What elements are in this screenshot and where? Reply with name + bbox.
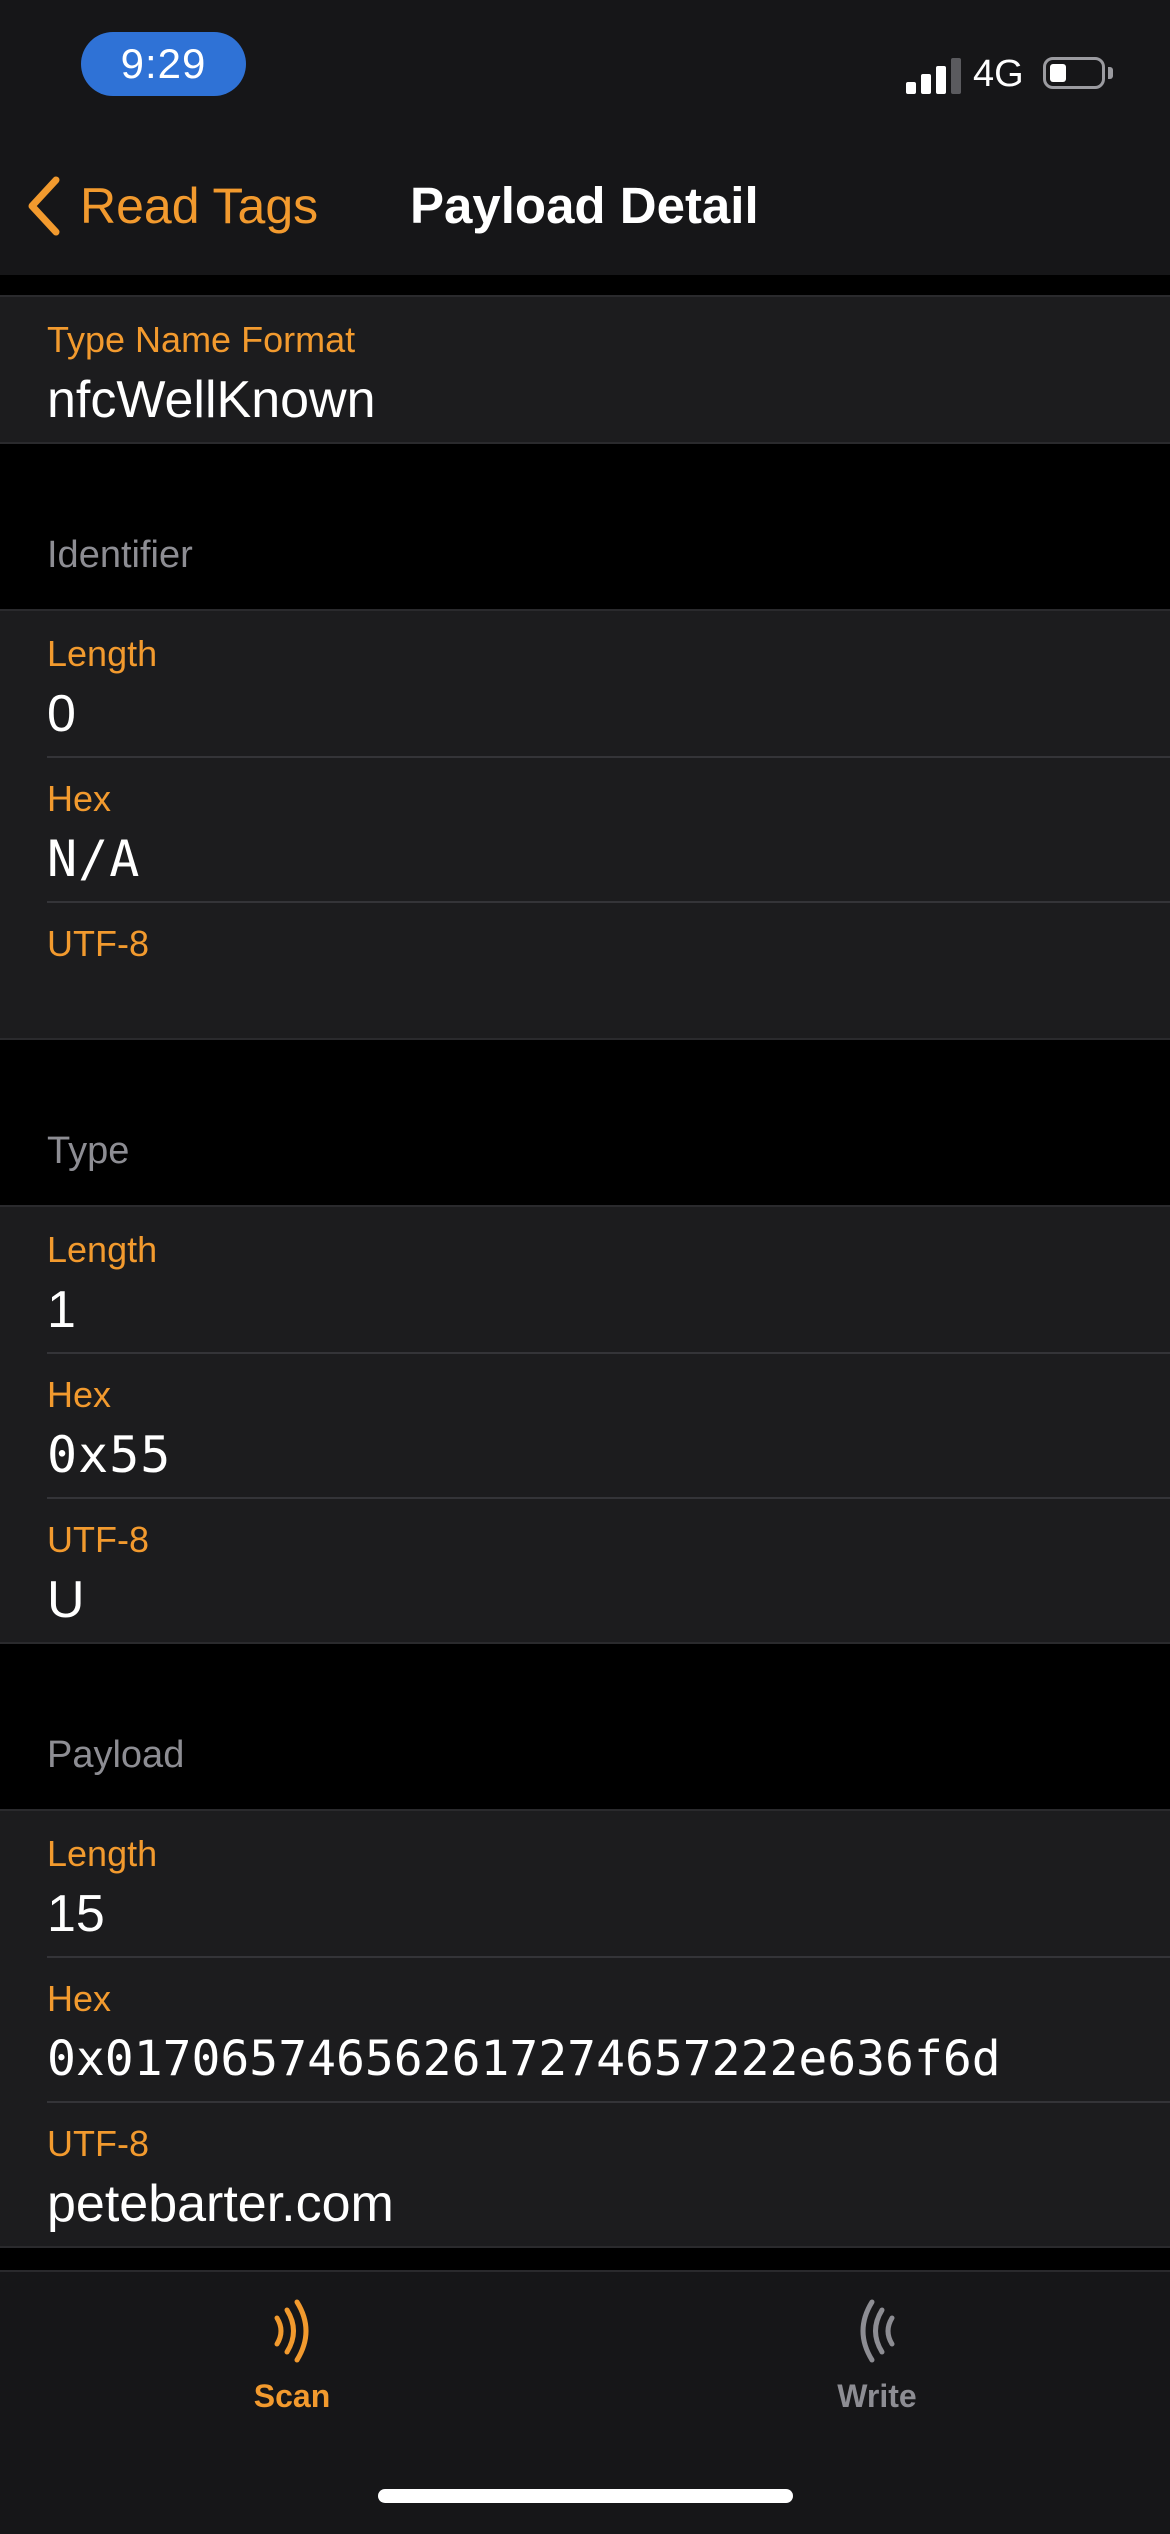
type-utf8-cell: UTF-8 U [0,1497,1170,1642]
identifier-header-label: Identifier [47,534,193,576]
chevron-left-icon [28,176,60,236]
identifier-utf8-cell: UTF-8 [0,901,1170,1038]
identifier-hex-value: N/A [47,830,141,888]
payload-length-cell: Length 15 [0,1811,1170,1956]
payload-utf8-label: UTF-8 [47,2123,149,2164]
tab-scan[interactable]: Scan [142,2296,442,2446]
back-button-label: Read Tags [80,178,319,234]
network-type-label: 4G [973,53,1024,95]
battery-tip [1108,67,1113,79]
payload-utf8-cell: UTF-8 petebarter.com [0,2101,1170,2246]
identifier-section-header: Identifier [0,444,1170,609]
payload-detail-list[interactable]: Type Name Format nfcWellKnown Identifier… [0,275,1170,2248]
identifier-length-cell: Length 0 [0,611,1170,756]
type-utf8-value: U [47,1571,85,1629]
payload-hex-cell: Hex 0x017065746562617274657222e636f6d [0,1956,1170,2101]
type-hex-cell: Hex 0x55 [0,1352,1170,1497]
type-header-label: Type [47,1130,130,1172]
type-hex-value: 0x55 [47,1426,172,1484]
payload-length-label: Length [47,1833,158,1874]
identifier-utf8-label: UTF-8 [47,923,149,964]
type-name-format-value: nfcWellKnown [47,371,376,429]
back-button[interactable]: Read Tags [24,170,318,242]
navigation-bar: Read Tags Payload Detail [0,130,1170,275]
status-bar: 9:29 4G [0,0,1170,130]
type-length-cell: Length 1 [0,1207,1170,1352]
type-name-format-cell: Type Name Format nfcWellKnown [0,297,1170,442]
cellular-signal-icon [906,56,962,94]
identifier-length-value: 0 [47,685,76,743]
payload-utf8-value: petebarter.com [47,2175,394,2233]
payload-hex-value: 0x017065746562617274657222e636f6d [47,2031,1001,2087]
type-hex-label: Hex [47,1374,112,1415]
identifier-hex-cell: Hex N/A [0,756,1170,901]
identifier-hex-label: Hex [47,778,112,819]
payload-hex-label: Hex [47,1978,112,2019]
tab-scan-label: Scan [253,2378,331,2414]
battery-icon [1043,57,1105,89]
type-section-header: Type [0,1040,1170,1205]
type-length-label: Length [47,1229,158,1270]
payload-header-label: Payload [47,1734,185,1776]
type-length-value: 1 [47,1281,76,1339]
payload-group: Length 15 Hex 0x017065746562617274657222… [0,1809,1170,2248]
type-group: Length 1 Hex 0x55 UTF-8 U [0,1205,1170,1644]
type-name-format-label: Type Name Format [47,319,356,360]
payload-section-header: Payload [0,1644,1170,1809]
tab-write[interactable]: Write [727,2296,1027,2446]
nfc-scan-icon [274,2299,309,2363]
home-indicator[interactable] [378,2489,793,2503]
identifier-length-label: Length [47,633,158,674]
tab-write-label: Write [837,2378,917,2414]
page-title: Payload Detail [410,177,759,234]
type-name-format-group: Type Name Format nfcWellKnown [0,295,1170,444]
type-utf8-label: UTF-8 [47,1519,149,1560]
payload-length-value: 15 [47,1885,105,1943]
nfc-write-icon [860,2299,895,2363]
status-time[interactable]: 9:29 [81,32,246,96]
identifier-group: Length 0 Hex N/A UTF-8 [0,609,1170,1040]
